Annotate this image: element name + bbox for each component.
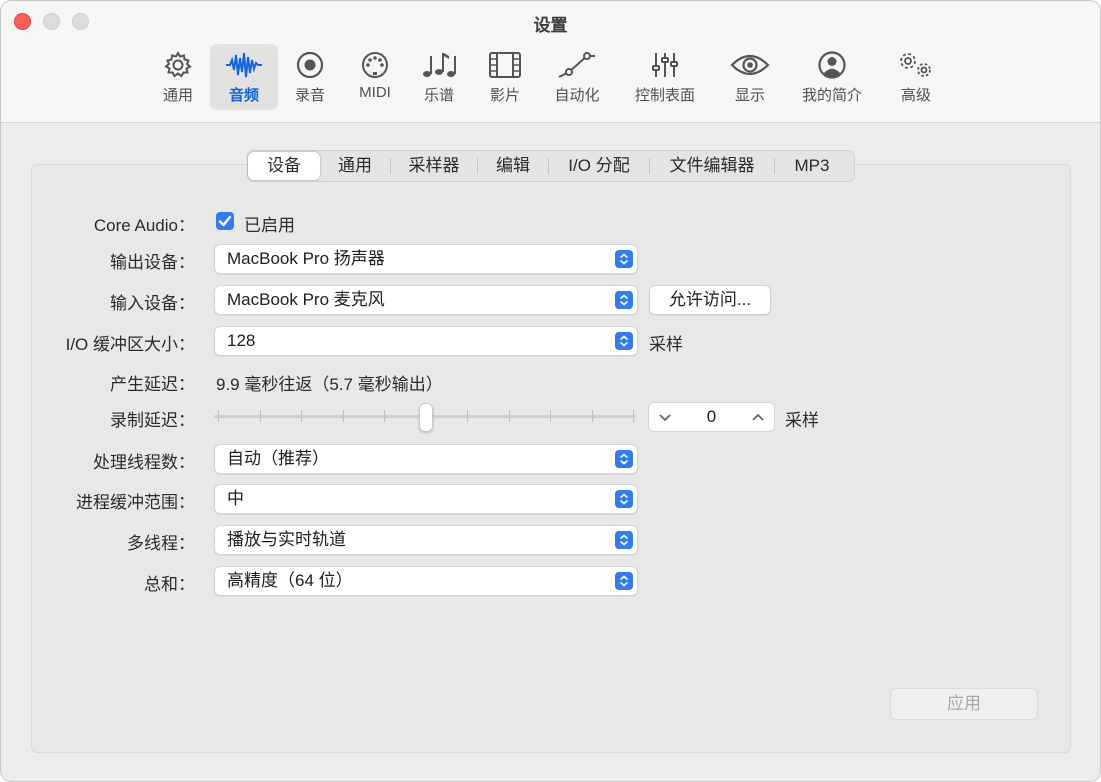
slider-tick xyxy=(509,410,510,422)
tab-general[interactable]: 通用 xyxy=(320,152,390,180)
slider-tick xyxy=(592,410,593,422)
tab-editing[interactable]: 编辑 xyxy=(478,152,548,180)
input-device-label: 输入设备： xyxy=(110,294,195,313)
popup-arrows-icon xyxy=(615,250,633,268)
output-device-label: 输出设备： xyxy=(110,253,195,272)
toolbar-label: 我的简介 xyxy=(801,87,862,104)
slider-knob[interactable] xyxy=(419,403,433,432)
checkmark-icon xyxy=(218,215,232,227)
input-device-popup[interactable]: MacBook Pro 麦克风 xyxy=(214,285,638,315)
midi-connector-icon xyxy=(360,50,390,85)
toolbar-item-display[interactable]: 显示 xyxy=(722,44,778,110)
threads-popup[interactable]: 自动（推荐） xyxy=(214,444,638,474)
slider-tick xyxy=(384,410,385,422)
gears-icon xyxy=(896,50,936,85)
slider-tick xyxy=(218,410,219,422)
tab-io-assignments[interactable]: I/O 分配 xyxy=(549,152,649,180)
tab-sampler[interactable]: 采样器 xyxy=(391,152,477,180)
io-buffer-label: I/O 缓冲区大小： xyxy=(65,335,195,354)
popup-arrows-icon xyxy=(615,450,633,468)
person-circle-icon xyxy=(817,50,847,85)
multithreading-value: 播放与实时轨道 xyxy=(227,530,346,549)
toolbar-label: 控制表面 xyxy=(634,87,695,104)
toolbar-item-score[interactable]: 乐谱 xyxy=(411,44,467,110)
input-device-value: MacBook Pro 麦克风 xyxy=(227,290,385,309)
process-buffer-label: 进程缓冲范围： xyxy=(76,493,195,512)
record-icon xyxy=(295,50,325,85)
summing-popup[interactable]: 高精度（64 位） xyxy=(214,566,638,596)
toolbar-item-advanced[interactable]: 高级 xyxy=(888,44,944,110)
multithreading-popup[interactable]: 播放与实时轨道 xyxy=(214,525,638,555)
record-delay-unit: 采样 xyxy=(785,411,819,430)
toolbar-item-recording[interactable]: 录音 xyxy=(283,44,337,110)
output-device-popup[interactable]: MacBook Pro 扬声器 xyxy=(214,244,638,274)
popup-arrows-icon xyxy=(615,291,633,309)
toolbar-item-control-surfaces[interactable]: 控制表面 xyxy=(627,44,703,110)
waveform-icon xyxy=(224,50,264,85)
popup-arrows-icon xyxy=(615,572,633,590)
threads-label: 处理线程数： xyxy=(93,453,195,472)
toolbar-item-general[interactable]: 通用 xyxy=(149,44,207,110)
multithreading-label: 多线程： xyxy=(127,534,195,553)
apply-button[interactable]: 应用 xyxy=(890,688,1038,720)
toolbar-item-midi[interactable]: MIDI xyxy=(347,44,403,110)
film-icon xyxy=(488,50,522,85)
toolbar-label: 自动化 xyxy=(554,87,600,104)
io-buffer-unit: 采样 xyxy=(649,335,683,354)
latency-value: 9.9 毫秒往返（5.7 毫秒输出） xyxy=(216,375,443,394)
window-title: 设置 xyxy=(533,16,568,35)
toolbar-label: 音频 xyxy=(228,87,259,104)
record-delay-label: 录制延迟： xyxy=(110,411,195,430)
toolbar-item-automation[interactable]: 自动化 xyxy=(546,44,608,110)
latency-label: 产生延迟： xyxy=(110,375,195,394)
eye-icon xyxy=(730,50,770,85)
io-buffer-value: 128 xyxy=(227,331,256,350)
allow-access-button[interactable]: 允许访问... xyxy=(649,285,771,315)
toolbar-item-my-info[interactable]: 我的简介 xyxy=(794,44,870,110)
music-notes-icon xyxy=(421,50,457,85)
tab-file-editor[interactable]: 文件编辑器 xyxy=(650,152,774,180)
toolbar-item-movie[interactable]: 影片 xyxy=(477,44,533,110)
automation-curve-icon xyxy=(557,50,597,85)
title-bar: 设置 通用 音频 录音 MIDI 乐谱 影片 自动化 控制表面 显示 我的简介 … xyxy=(1,1,1100,123)
record-delay-field[interactable]: 0 xyxy=(648,402,775,432)
tab-devices[interactable]: 设备 xyxy=(248,152,320,180)
audio-tabs: 设备 通用 采样器 编辑 I/O 分配 文件编辑器 MP3 xyxy=(247,150,855,182)
output-device-value: MacBook Pro 扬声器 xyxy=(227,249,385,268)
popup-arrows-icon xyxy=(615,531,633,549)
toolbar-label: 通用 xyxy=(162,87,193,104)
summing-value: 高精度（64 位） xyxy=(227,571,353,590)
io-buffer-popup[interactable]: 128 xyxy=(214,326,638,356)
sliders-icon xyxy=(650,50,680,85)
toolbar-label: 乐谱 xyxy=(423,87,454,104)
slider-tick xyxy=(467,410,468,422)
slider-tick xyxy=(343,410,344,422)
popup-arrows-icon xyxy=(615,332,633,350)
core-audio-label: Core Audio： xyxy=(93,216,195,235)
slider-tick xyxy=(550,410,551,422)
core-audio-enabled-label: 已启用 xyxy=(244,216,295,235)
preferences-window: 设置 通用 音频 录音 MIDI 乐谱 影片 自动化 控制表面 显示 我的简介 … xyxy=(0,0,1101,782)
popup-arrows-icon xyxy=(615,490,633,508)
toolbar-label: 录音 xyxy=(294,87,325,104)
summing-label: 总和： xyxy=(144,575,195,594)
toolbar-label: 显示 xyxy=(734,87,765,104)
toolbar-label: MIDI xyxy=(359,84,391,101)
threads-value: 自动（推荐） xyxy=(227,449,329,468)
gear-icon xyxy=(163,50,193,85)
toolbar-item-audio[interactable]: 音频 xyxy=(210,44,278,110)
process-buffer-value: 中 xyxy=(227,489,244,508)
toolbar-label: 影片 xyxy=(489,87,520,104)
slider-tick xyxy=(260,410,261,422)
core-audio-checkbox[interactable] xyxy=(216,212,234,230)
chevron-up-icon[interactable] xyxy=(750,409,766,430)
process-buffer-popup[interactable]: 中 xyxy=(214,484,638,514)
tab-mp3[interactable]: MP3 xyxy=(775,152,849,180)
slider-tick xyxy=(633,410,634,422)
toolbar-label: 高级 xyxy=(900,87,931,104)
slider-tick xyxy=(301,410,302,422)
